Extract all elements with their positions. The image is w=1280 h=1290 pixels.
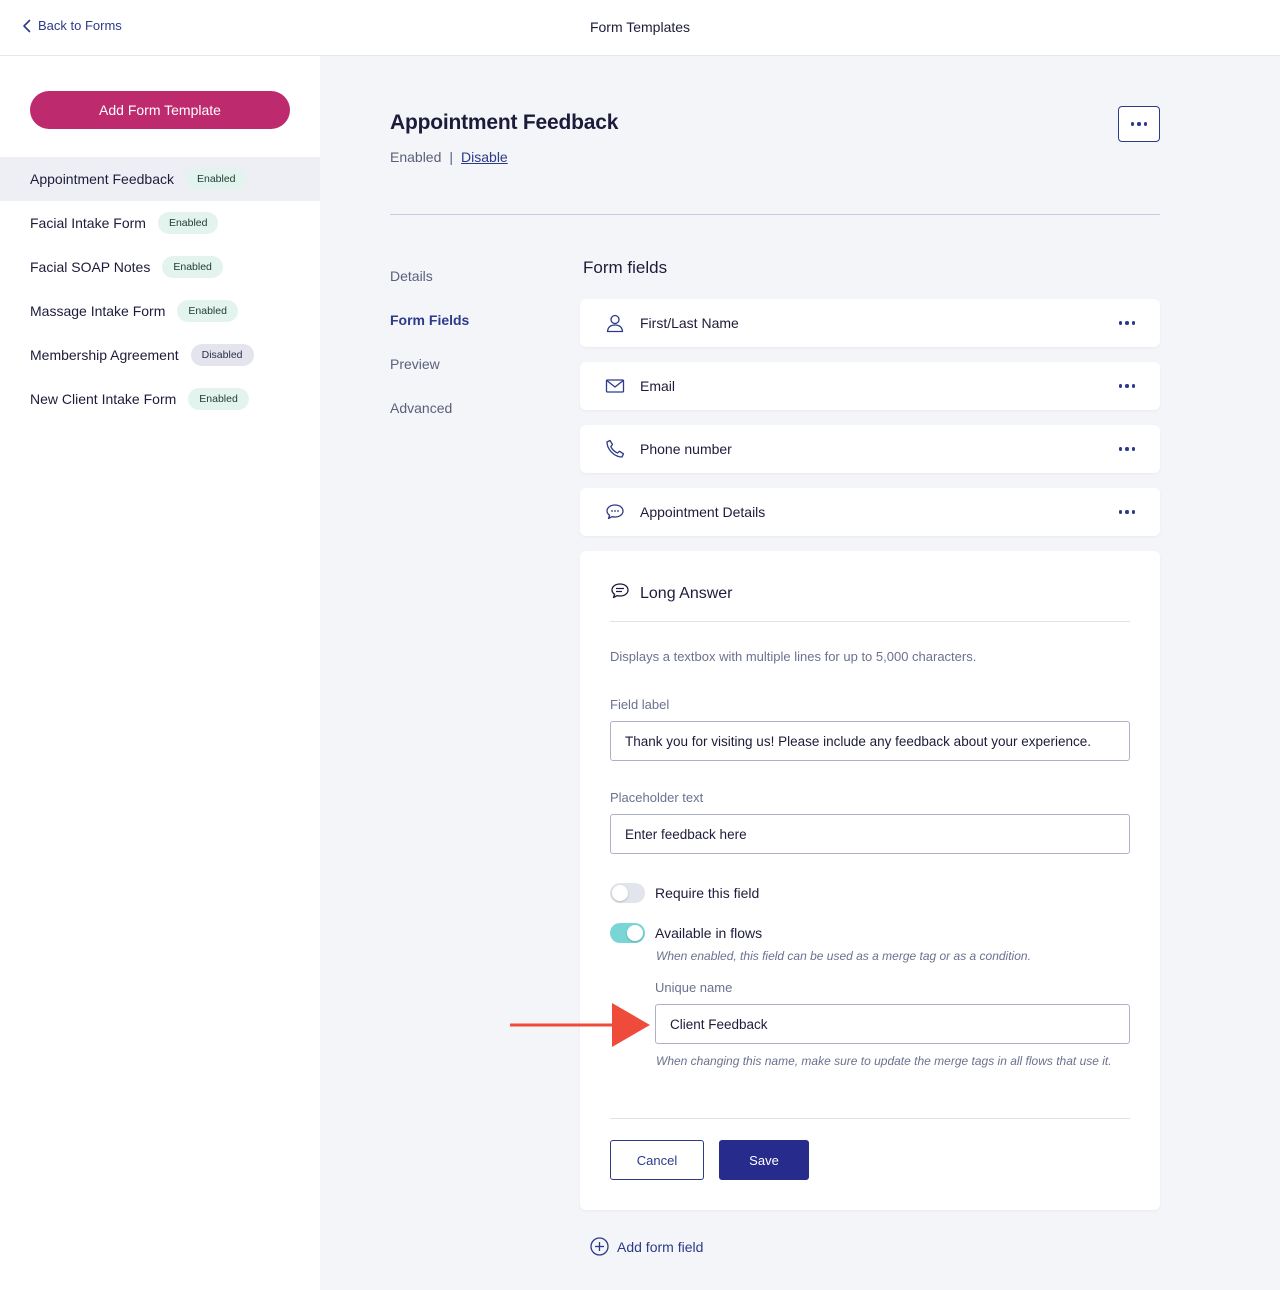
status-badge: Enabled xyxy=(157,212,219,234)
flows-hint: When enabled, this field can be used as … xyxy=(656,949,1031,963)
template-name: Massage Intake Form xyxy=(30,303,166,319)
form-subnav: Details Form Fields Preview Advanced xyxy=(390,268,469,444)
form-fields-heading: Form fields xyxy=(583,258,668,277)
field-label-caption: Field label xyxy=(610,697,670,712)
editor-footer-divider xyxy=(610,1118,1130,1119)
field-card-first-last-name[interactable]: First/Last Name xyxy=(580,299,1160,347)
field-label: First/Last Name xyxy=(640,315,739,331)
placeholder-caption: Placeholder text xyxy=(610,790,704,805)
template-name: New Client Intake Form xyxy=(30,391,177,407)
more-horizontal-icon xyxy=(1130,122,1148,126)
more-horizontal-icon xyxy=(1118,321,1136,325)
template-status-line: Enabled | Disable xyxy=(390,149,508,165)
status-badge: Enabled xyxy=(185,168,247,190)
status-badge: Disabled xyxy=(190,344,254,366)
field-label: Appointment Details xyxy=(640,504,766,520)
require-field-label: Require this field xyxy=(655,885,760,901)
field-label-input[interactable]: Thank you for visiting us! Please includ… xyxy=(610,721,1130,761)
field-more-button[interactable] xyxy=(1118,505,1136,519)
add-form-template-button[interactable]: Add Form Template xyxy=(30,91,290,129)
status-separator: | xyxy=(449,149,454,165)
placeholder-input[interactable]: Enter feedback here xyxy=(610,814,1130,854)
unique-name-caption: Unique name xyxy=(655,980,733,995)
template-item-facial-intake-form[interactable]: Facial Intake Form Enabled xyxy=(0,201,320,245)
field-label: Email xyxy=(640,378,676,394)
editor-title: Long Answer xyxy=(640,584,733,602)
template-name: Membership Agreement xyxy=(30,347,179,363)
sidebar: Add Form Template Appointment Feedback E… xyxy=(0,56,320,1290)
editor-divider xyxy=(610,621,1130,622)
unique-name-input[interactable]: Client Feedback xyxy=(655,1004,1130,1044)
phone-icon xyxy=(605,439,625,459)
template-item-facial-soap-notes[interactable]: Facial SOAP Notes Enabled xyxy=(0,245,320,289)
main-content: Appointment Feedback Enabled | Disable D… xyxy=(320,56,1280,1290)
user-icon xyxy=(605,313,625,333)
field-card-phone-number[interactable]: Phone number xyxy=(580,425,1160,473)
template-name: Facial Intake Form xyxy=(30,215,146,231)
template-item-massage-intake-form[interactable]: Massage Intake Form Enabled xyxy=(0,289,320,333)
template-item-appointment-feedback[interactable]: Appointment Feedback Enabled xyxy=(0,157,320,201)
cancel-button[interactable]: Cancel xyxy=(610,1140,704,1180)
disable-link[interactable]: Disable xyxy=(461,149,508,165)
top-bar: Back to Forms Form Templates xyxy=(0,0,1280,56)
more-horizontal-icon xyxy=(1118,447,1136,451)
plus-circle-icon xyxy=(590,1237,609,1256)
more-horizontal-icon xyxy=(1118,510,1136,514)
field-card-email[interactable]: Email xyxy=(580,362,1160,410)
more-horizontal-icon xyxy=(1118,384,1136,388)
template-list: Appointment Feedback Enabled Facial Inta… xyxy=(0,157,320,421)
mail-icon xyxy=(605,376,625,396)
add-form-field-label: Add form field xyxy=(617,1238,704,1255)
annotation-arrow-icon xyxy=(510,1003,650,1047)
unique-name-hint: When changing this name, make sure to up… xyxy=(656,1054,1112,1068)
tab-details[interactable]: Details xyxy=(390,268,469,312)
tab-form-fields[interactable]: Form Fields xyxy=(390,312,469,356)
long-answer-editor: Long Answer Displays a textbox with mult… xyxy=(580,551,1160,1210)
page-header-title: Form Templates xyxy=(589,19,691,35)
field-more-button[interactable] xyxy=(1118,316,1136,330)
tab-advanced[interactable]: Advanced xyxy=(390,400,469,444)
chat-bubble-icon xyxy=(605,502,625,522)
field-more-button[interactable] xyxy=(1118,379,1136,393)
template-item-membership-agreement[interactable]: Membership Agreement Disabled xyxy=(0,333,320,377)
available-in-flows-toggle[interactable] xyxy=(610,923,645,943)
field-more-button[interactable] xyxy=(1118,442,1136,456)
require-field-toggle[interactable] xyxy=(610,883,645,903)
status-badge: Enabled xyxy=(188,388,249,410)
editor-header: Long Answer xyxy=(610,581,733,606)
field-label: Phone number xyxy=(640,441,732,457)
template-name: Appointment Feedback xyxy=(30,171,174,187)
field-card-appointment-details[interactable]: Appointment Details xyxy=(580,488,1160,536)
template-name: Facial SOAP Notes xyxy=(30,259,151,275)
status-badge: Enabled xyxy=(162,256,223,278)
editor-description: Displays a textbox with multiple lines f… xyxy=(610,649,977,664)
add-form-field-button[interactable]: Add form field xyxy=(590,1237,703,1256)
page-title: Appointment Feedback xyxy=(390,111,619,134)
template-status: Enabled xyxy=(390,149,442,165)
tab-preview[interactable]: Preview xyxy=(390,356,469,400)
available-in-flows-label: Available in flows xyxy=(655,925,763,941)
long-answer-icon xyxy=(610,581,630,606)
header-divider xyxy=(390,214,1160,215)
template-item-new-client-intake-form[interactable]: New Client Intake Form Enabled xyxy=(0,377,320,421)
status-badge: Enabled xyxy=(177,300,238,322)
save-button[interactable]: Save xyxy=(719,1140,809,1180)
template-more-button[interactable] xyxy=(1118,106,1160,142)
